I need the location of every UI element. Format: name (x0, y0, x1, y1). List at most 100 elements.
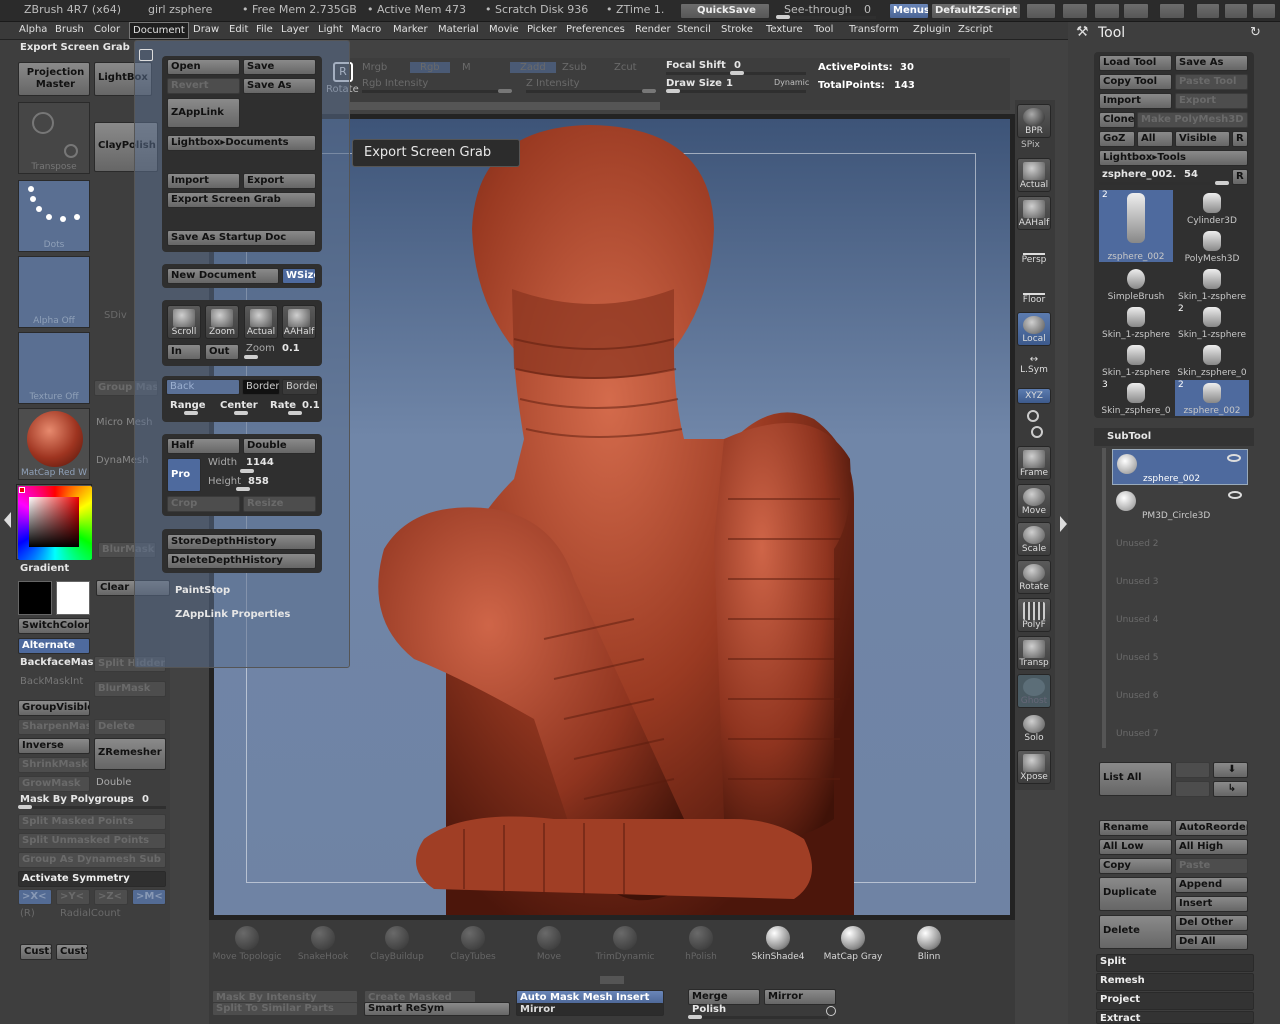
store-depth-history-button[interactable]: StoreDepthHistory (167, 534, 316, 550)
stroke-thumbnail[interactable]: Dots (18, 180, 90, 252)
del-all-button[interactable]: Del All (1175, 934, 1248, 950)
brush-slot[interactable]: Move (514, 922, 584, 972)
tool-thumbnail[interactable]: 3 Skin_zsphere_0 (1099, 380, 1173, 416)
menu-file[interactable]: File (256, 24, 273, 35)
center-label[interactable]: Center (220, 400, 258, 411)
sym-x-button[interactable]: >X< (18, 889, 52, 905)
spix-label[interactable]: SPix (1021, 140, 1040, 150)
save-button[interactable]: Save (243, 59, 316, 75)
eye-icon[interactable] (1228, 491, 1242, 499)
radialcount-label[interactable]: RadialCount (60, 908, 121, 919)
quicksave-button[interactable]: QuickSave (680, 3, 770, 19)
color-square[interactable] (29, 497, 79, 547)
shrinkmask-button[interactable]: ShrinkMask (18, 757, 90, 773)
subtool-item[interactable]: Unused 5 (1112, 639, 1248, 675)
lsym-button[interactable]: ↔ L.Sym (1017, 354, 1051, 380)
brush-slot[interactable]: ClayTubes (438, 922, 508, 972)
main-color-swatch[interactable] (18, 581, 52, 615)
clone-button[interactable]: Clone (1099, 112, 1135, 128)
mirror-insert-button[interactable]: Mirror (516, 1003, 664, 1016)
rgb-intensity-slider[interactable] (362, 89, 512, 93)
load-tool-button[interactable]: Load Tool (1099, 55, 1172, 71)
goz-button[interactable]: GoZ (1099, 131, 1135, 147)
save-as-tool-button[interactable]: Save As (1175, 55, 1248, 71)
growmask-button[interactable]: GrowMask (18, 776, 90, 792)
split-unmasked-button[interactable]: Split Unmasked Points (18, 833, 166, 849)
rate-slider[interactable] (270, 411, 316, 415)
sym-m-button[interactable]: >M< (132, 889, 166, 905)
brush-slot[interactable]: ClayBuildup (362, 922, 432, 972)
border2-color-button[interactable]: Border2 (282, 379, 318, 395)
delete-subtool-button[interactable]: Delete (1099, 915, 1172, 949)
brush-slot[interactable]: Move Topologic (212, 922, 282, 972)
menu-macro[interactable]: Macro (351, 24, 381, 35)
remesh-section[interactable]: Remesh (1096, 973, 1254, 991)
tool-thumbnail[interactable]: 2 zsphere_002 (1099, 190, 1173, 262)
tool-thumbnail[interactable]: PolyMesh3D (1175, 228, 1249, 264)
floor-button[interactable]: Floor (1017, 274, 1051, 308)
layout-icon-2[interactable] (1062, 3, 1088, 19)
left-tray-arrow-icon[interactable] (4, 512, 11, 528)
material-thumbnail[interactable]: MatCap Red W (18, 408, 90, 480)
tool-thumbnail[interactable]: 2 zsphere_002 (1175, 380, 1249, 416)
sym-y-button[interactable]: >Y< (56, 889, 90, 905)
zapplink-properties-label[interactable]: ZAppLink Properties (175, 609, 290, 620)
aahalf-button[interactable]: AAHalf (282, 305, 316, 339)
range-label[interactable]: Range (170, 400, 206, 411)
mrgb-button[interactable]: Mrgb (362, 62, 387, 73)
close-icon[interactable] (1252, 3, 1276, 19)
rotate-button[interactable]: Rotate (1017, 560, 1051, 594)
revert-button[interactable]: Revert (167, 78, 240, 94)
merge-button[interactable]: Merge (688, 989, 760, 1005)
group-dynamesh-button[interactable]: Group As Dynamesh Sub (18, 852, 166, 868)
menu-edit[interactable]: Edit (229, 24, 248, 35)
make-polymesh-button[interactable]: Make PolyMesh3D (1137, 112, 1248, 128)
right-tray-arrow-icon[interactable] (1060, 516, 1067, 532)
frame-button[interactable]: Frame (1017, 446, 1051, 480)
scale-button[interactable]: Scale (1017, 522, 1051, 556)
secondary-color-swatch[interactable] (56, 581, 90, 615)
lightbox-tools-button[interactable]: Lightbox▸Tools (1099, 150, 1248, 166)
menu-brush[interactable]: Brush (55, 24, 84, 35)
sym-z-button[interactable]: >Z< (94, 889, 128, 905)
persp-button[interactable]: Persp (1017, 234, 1051, 268)
export-tool-button[interactable]: Export (1175, 93, 1248, 109)
goz-all-button[interactable]: All (1137, 131, 1173, 147)
menu-stroke[interactable]: Stroke (721, 24, 753, 35)
radial-r-toggle[interactable]: (R) (20, 908, 35, 919)
groupvisible-button[interactable]: GroupVisible (18, 700, 90, 716)
lock-icon[interactable] (1159, 3, 1185, 19)
shelf-scroll[interactable] (350, 102, 660, 110)
paintstop-label[interactable]: PaintStop (175, 585, 230, 596)
scroll-button[interactable]: Scroll (167, 305, 201, 339)
restore-icon[interactable] (1224, 3, 1248, 19)
duplicate-button[interactable]: Duplicate (1099, 877, 1172, 911)
menu-stencil[interactable]: Stencil (677, 24, 711, 35)
brush-slot[interactable]: SnakeHook (288, 922, 358, 972)
subtool-scrollbar[interactable] (1102, 448, 1106, 748)
zapplink-button[interactable]: ZAppLink (167, 98, 240, 128)
crop-button[interactable]: Crop (167, 496, 240, 512)
export-screen-grab-button[interactable]: Export Screen Grab (167, 192, 316, 208)
split-similar-button[interactable]: Split To Similar Parts (212, 1002, 358, 1016)
move-up-button[interactable] (1175, 762, 1210, 778)
import-button[interactable]: Import (167, 173, 240, 189)
move-down-button[interactable]: ⬇ (1213, 762, 1248, 778)
backfacemask-label[interactable]: BackfaceMas (20, 657, 93, 668)
subtool-item[interactable]: Unused 7 (1112, 715, 1248, 751)
smart-resym-button[interactable]: Smart ReSym (364, 1002, 510, 1016)
bottom-tray-handle-icon[interactable] (600, 976, 624, 984)
split-masked-button[interactable]: Split Masked Points (18, 814, 166, 830)
rename-button[interactable]: Rename (1099, 820, 1172, 836)
width-slider[interactable] (206, 469, 316, 473)
sharpenmask-button[interactable]: SharpenMas (18, 719, 90, 735)
menu-layer[interactable]: Layer (281, 24, 309, 35)
autoreorder-button[interactable]: AutoReorder (1175, 820, 1248, 836)
tool-slider[interactable] (1099, 181, 1229, 185)
menu-document[interactable]: Document (129, 22, 189, 39)
goz-visible-button[interactable]: Visible (1175, 131, 1230, 147)
dynamic-toggle[interactable]: Dynamic (774, 78, 809, 87)
menu-light[interactable]: Light (318, 24, 343, 35)
double-button[interactable]: Double (243, 438, 316, 454)
tool-thumbnail[interactable]: Skin_1-zsphere (1099, 304, 1173, 340)
